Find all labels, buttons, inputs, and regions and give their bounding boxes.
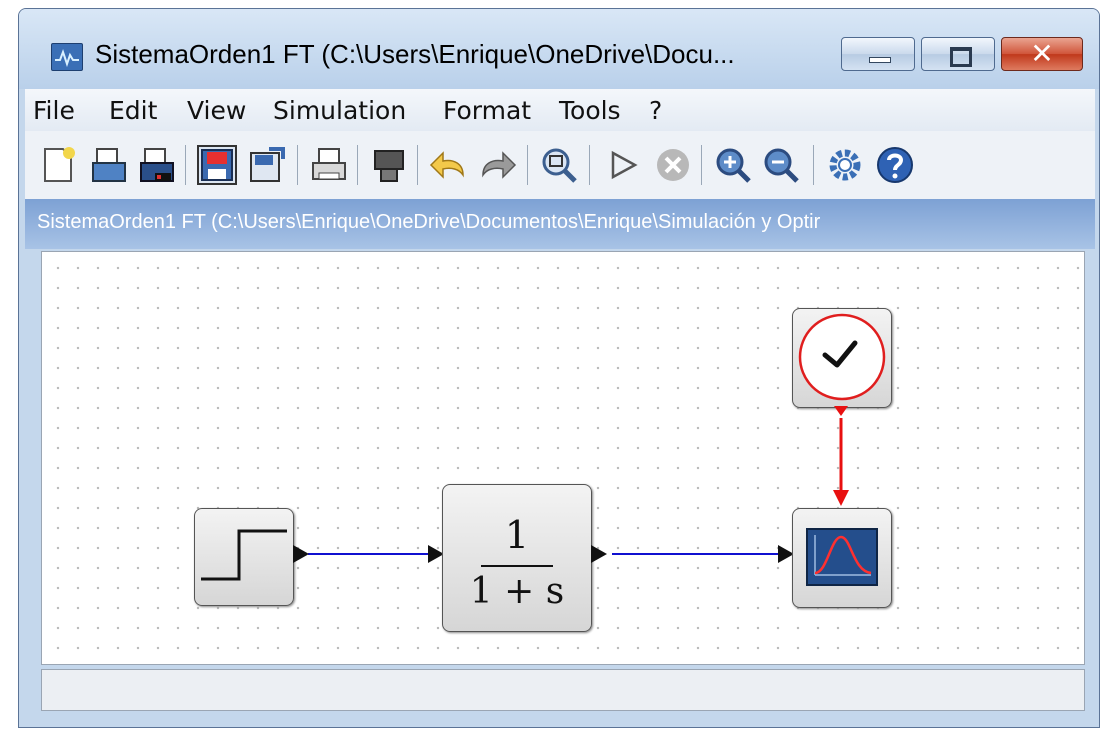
step-icon: [201, 529, 287, 581]
clock-output-port[interactable]: [834, 406, 848, 416]
tf-output-port[interactable]: [591, 545, 607, 563]
clock-block[interactable]: [792, 308, 892, 408]
stop-icon[interactable]: [653, 145, 693, 185]
maximize-icon: [950, 47, 972, 67]
zoom-in-icon[interactable]: [713, 145, 753, 185]
export-icon[interactable]: [369, 145, 409, 185]
scope-icon: [806, 528, 878, 586]
fit-diagram-icon[interactable]: [539, 145, 579, 185]
toolbar-separator: [297, 145, 298, 185]
step-output-port[interactable]: [293, 545, 309, 563]
open-icon[interactable]: [89, 145, 129, 185]
status-bar: [41, 669, 1085, 711]
open-in-scilab-icon[interactable]: [137, 145, 177, 185]
transfer-function-block[interactable]: 1 1 + s: [442, 484, 592, 632]
toolbar-separator: [357, 145, 358, 185]
menu-help[interactable]: ?: [649, 96, 662, 125]
minimize-button[interactable]: [841, 37, 915, 71]
menu-file[interactable]: File: [33, 96, 75, 125]
transfer-function-expression: 1 1 + s: [443, 485, 591, 631]
diagram-canvas[interactable]: 1 1 + s: [41, 251, 1085, 665]
help-icon[interactable]: [875, 145, 915, 185]
print-icon[interactable]: [309, 145, 349, 185]
redo-icon[interactable]: [477, 145, 517, 185]
save-icon[interactable]: [197, 145, 237, 185]
new-diagram-icon[interactable]: [39, 145, 79, 185]
window-title: SistemaOrden1 FT (C:\Users\Enrique\OneDr…: [95, 39, 735, 69]
toolbar-separator: [701, 145, 702, 185]
minimize-icon: [869, 57, 891, 63]
undo-icon[interactable]: [429, 145, 469, 185]
menu-tools[interactable]: Tools: [559, 96, 621, 125]
save-as-icon[interactable]: [247, 145, 287, 185]
close-button[interactable]: ✕: [1001, 37, 1083, 71]
toolbar-separator: [589, 145, 590, 185]
fraction-bar: [481, 565, 553, 567]
close-icon: ✕: [1030, 37, 1054, 70]
clock-icon: [798, 313, 886, 401]
tf-numerator: 1: [504, 513, 530, 557]
setup-icon[interactable]: [825, 145, 865, 185]
menu-simulation[interactable]: Simulation: [273, 96, 406, 125]
tf-denominator: 1 + s: [469, 571, 565, 612]
start-icon[interactable]: [603, 145, 643, 185]
scope-block[interactable]: [792, 508, 892, 608]
toolbar-separator: [527, 145, 528, 185]
toolbar-separator: [813, 145, 814, 185]
menu-bar: File Edit View Simulation Format Tools ?: [25, 89, 1095, 132]
xcos-window: SistemaOrden1 FT (C:\Users\Enrique\OneDr…: [18, 8, 1100, 728]
xcos-app-icon: [51, 43, 83, 71]
title-bar[interactable]: SistemaOrden1 FT (C:\Users\Enrique\OneDr…: [19, 9, 1099, 89]
zoom-out-icon[interactable]: [761, 145, 801, 185]
activation-arrow: [833, 490, 849, 506]
toolbar: [25, 131, 1095, 199]
menu-view[interactable]: View: [187, 96, 246, 125]
step-block[interactable]: [194, 508, 294, 606]
diagram-path-bar: SistemaOrden1 FT (C:\Users\Enrique\OneDr…: [25, 199, 1095, 249]
diagram-path: SistemaOrden1 FT (C:\Users\Enrique\OneDr…: [37, 211, 821, 233]
toolbar-separator: [417, 145, 418, 185]
toolbar-separator: [185, 145, 186, 185]
maximize-button[interactable]: [921, 37, 995, 71]
menu-format[interactable]: Format: [443, 96, 531, 125]
menu-edit[interactable]: Edit: [109, 96, 157, 125]
